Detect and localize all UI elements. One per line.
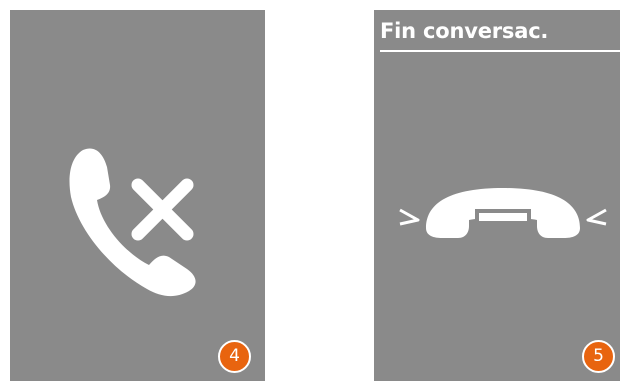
call-rejected-icon	[69, 148, 196, 297]
screen-panel-step-5: Fin conversac. 5	[374, 10, 620, 381]
title-divider	[380, 50, 620, 52]
screen-title: Fin conversac.	[380, 19, 549, 43]
hang-up-icon	[399, 188, 607, 238]
screen-panel-step-4: 4	[10, 10, 265, 381]
step-number-badge: 5	[582, 340, 615, 373]
step-number-badge: 4	[218, 340, 251, 373]
